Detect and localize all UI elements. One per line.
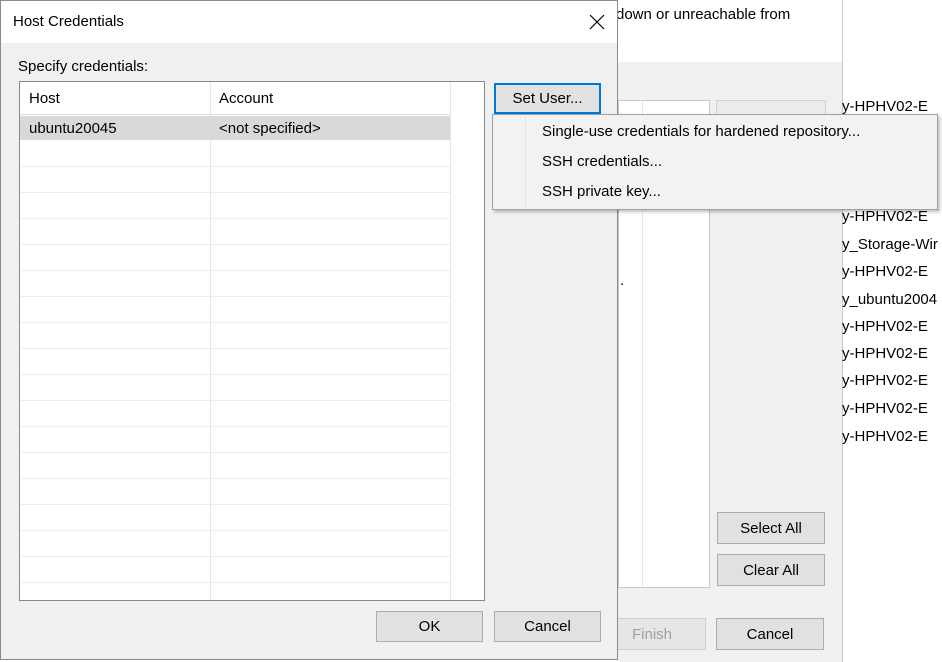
account-cell[interactable]: <not specified> (219, 120, 321, 137)
set-user-button[interactable]: Set User... (494, 83, 601, 114)
host-list-item: y-HPHV02-E (842, 345, 928, 362)
host-list-item: y-HPHV02-E (842, 98, 928, 115)
host-list-item: y_ubuntu2004 (842, 291, 938, 308)
dialog-title: Host Credentials (13, 13, 124, 30)
dialog-titlebar: Host Credentials (1, 1, 617, 43)
grid-header-divider (20, 114, 450, 115)
grid-column-divider (450, 82, 451, 600)
wizard-description-text: down or unreachable from (616, 6, 791, 23)
menu-item-label: SSH private key... (542, 183, 661, 200)
host-list-item: y-HPHV02-E (842, 208, 928, 225)
column-header-account[interactable]: Account (219, 90, 273, 107)
host-cell[interactable]: ubuntu20045 (29, 120, 117, 137)
clear-all-button[interactable]: Clear All (717, 554, 825, 586)
menu-item-label: Single-use credentials for hardened repo… (542, 123, 861, 140)
ok-button[interactable]: OK (376, 611, 483, 642)
host-list-item: y-HPHV02-E (842, 372, 928, 389)
menu-item-ssh-private-key[interactable]: SSH private key... (495, 177, 935, 207)
menu-item-label: SSH credentials... (542, 153, 663, 170)
host-list-item: y-HPHV02-E (842, 263, 928, 280)
column-header-host[interactable]: Host (29, 90, 60, 107)
set-user-menu: Single-use credentials for hardened repo… (492, 114, 938, 210)
grid-column-divider (210, 82, 211, 600)
host-list-item: y-HPHV02-E (842, 428, 928, 445)
host-credentials-dialog: Host Credentials Specify credentials: Ho… (0, 0, 618, 660)
menu-item-ssh-credentials[interactable]: SSH credentials... (495, 147, 935, 177)
select-all-button[interactable]: Select All (717, 512, 825, 544)
host-list-item: y-HPHV02-E (842, 400, 928, 417)
host-list-item: y-HPHV02-E (842, 318, 928, 335)
wizard-list-text: . (620, 272, 625, 289)
wizard-cancel-button[interactable]: Cancel (716, 618, 824, 650)
cancel-button[interactable]: Cancel (494, 611, 601, 642)
menu-item-single-use-credentials[interactable]: Single-use credentials for hardened repo… (495, 117, 935, 147)
credentials-grid[interactable]: Host Account ubuntu20045 <not specified> (19, 81, 485, 601)
specify-credentials-label: Specify credentials: (18, 58, 149, 75)
close-icon[interactable] (579, 7, 615, 37)
host-list-item: y_Storage-Wir (842, 236, 938, 253)
